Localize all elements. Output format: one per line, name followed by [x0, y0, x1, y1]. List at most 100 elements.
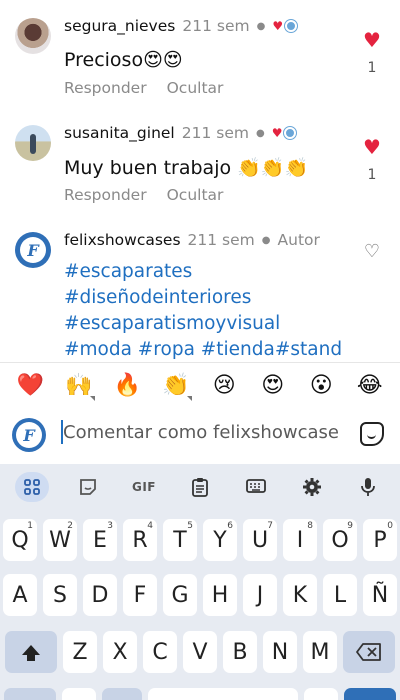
- heart-filled-icon[interactable]: ♥: [362, 137, 382, 157]
- comment-time: 211 sem: [181, 124, 249, 142]
- reply-button[interactable]: Responder: [64, 79, 147, 97]
- shift-key[interactable]: [5, 631, 57, 673]
- key-q-alt: 1: [27, 521, 33, 531]
- symbols-key[interactable]: [4, 688, 56, 700]
- key-z[interactable]: Z: [63, 631, 97, 673]
- key-h[interactable]: H: [203, 574, 237, 616]
- key-b[interactable]: B: [223, 631, 257, 673]
- gif-button[interactable]: GIF: [127, 472, 161, 502]
- key-y-label: Y: [213, 527, 227, 553]
- comment-hashtags[interactable]: #escaparates #diseñodeinteriores #escapa…: [64, 259, 354, 363]
- apps-grid-icon[interactable]: [15, 472, 49, 502]
- comment-username[interactable]: susanita_ginel: [64, 124, 175, 142]
- key-s[interactable]: S: [43, 574, 77, 616]
- comment-input[interactable]: [63, 418, 353, 446]
- key-q[interactable]: Q1: [3, 519, 37, 561]
- key-enye[interactable]: Ñ: [363, 574, 397, 616]
- key-y[interactable]: Y6: [203, 519, 237, 561]
- comment-compose-bar: F: [0, 410, 400, 462]
- key-d[interactable]: D: [83, 574, 117, 616]
- key-i[interactable]: I8: [283, 519, 317, 561]
- key-v[interactable]: V: [183, 631, 217, 673]
- sticker-icon[interactable]: [360, 422, 384, 446]
- enter-key[interactable]: [344, 688, 396, 700]
- key-y-alt: 6: [227, 521, 233, 531]
- keyboard-row-1: Q1 W2 E3 R4 T5 Y6 U7 I8 O9 P0: [0, 519, 400, 561]
- gear-icon[interactable]: [295, 472, 329, 502]
- avatar[interactable]: F: [15, 232, 51, 268]
- key-e-label: E: [93, 527, 107, 553]
- reaction-clap-glyph: 👏: [162, 373, 190, 398]
- skin-tone-caret-icon: [89, 396, 95, 401]
- key-x[interactable]: X: [103, 631, 137, 673]
- keyboard-icon[interactable]: [239, 472, 273, 502]
- key-a[interactable]: A: [3, 574, 37, 616]
- reaction-surprised[interactable]: 😮: [304, 373, 338, 398]
- key-i-alt: 8: [307, 521, 313, 531]
- key-l[interactable]: L: [323, 574, 357, 616]
- gif-label: GIF: [131, 480, 156, 494]
- clipboard-icon[interactable]: [183, 472, 217, 502]
- key-k[interactable]: K: [283, 574, 317, 616]
- hide-button[interactable]: Ocultar: [167, 79, 224, 97]
- key-c[interactable]: C: [143, 631, 177, 673]
- brand-logo-icon: F: [16, 422, 42, 448]
- backspace-key[interactable]: [343, 631, 395, 673]
- key-r-alt: 4: [147, 521, 153, 531]
- comment-username[interactable]: segura_nieves: [64, 17, 175, 35]
- comment-meta: felixshowcases 211 sem ● Autor: [64, 231, 320, 249]
- key-w[interactable]: W2: [43, 519, 77, 561]
- comment-text: Muy buen trabajo 👏👏👏: [64, 157, 309, 179]
- comment-username[interactable]: felixshowcases: [64, 231, 181, 249]
- key-j[interactable]: J: [243, 574, 277, 616]
- key-r[interactable]: R4: [123, 519, 157, 561]
- reaction-clap[interactable]: 👏: [159, 373, 193, 401]
- comma-key[interactable]: [62, 688, 96, 700]
- key-w-alt: 2: [67, 521, 73, 531]
- comment-actions: Responder Ocultar: [64, 186, 223, 204]
- space-key[interactable]: [148, 688, 298, 700]
- key-g[interactable]: G: [163, 574, 197, 616]
- keyboard-toolbar: GIF: [0, 470, 400, 504]
- key-f[interactable]: F: [123, 574, 157, 616]
- heart-filled-icon[interactable]: ♥: [362, 30, 382, 50]
- reaction-raised-hands[interactable]: 🙌: [62, 373, 96, 401]
- like-control: ♥ 1: [362, 137, 382, 183]
- heart-outline-icon[interactable]: ♡: [364, 241, 380, 262]
- key-t[interactable]: T5: [163, 519, 197, 561]
- mic-icon[interactable]: [351, 472, 385, 502]
- key-t-alt: 5: [187, 521, 193, 531]
- avatar[interactable]: [15, 18, 51, 54]
- keyboard-row-2: A S D F G H J K L Ñ: [0, 574, 400, 616]
- key-p-label: P: [373, 527, 387, 553]
- comment-time: 211 sem: [182, 17, 250, 35]
- key-w-label: W: [49, 527, 71, 553]
- author-liked-icon: ♥: [272, 126, 297, 140]
- key-n[interactable]: N: [263, 631, 297, 673]
- key-q-label: Q: [11, 527, 29, 553]
- key-o[interactable]: O9: [323, 519, 357, 561]
- reaction-heart-eyes[interactable]: 😍: [256, 373, 290, 398]
- reply-button[interactable]: Responder: [64, 186, 147, 204]
- key-e[interactable]: E3: [83, 519, 117, 561]
- reaction-heart[interactable]: ❤️: [13, 373, 47, 398]
- key-u[interactable]: U7: [243, 519, 277, 561]
- hide-button[interactable]: Ocultar: [167, 186, 224, 204]
- key-o-alt: 9: [347, 521, 353, 531]
- reaction-crying[interactable]: 😢: [207, 373, 241, 398]
- key-u-alt: 7: [267, 521, 273, 531]
- separator-dot: ●: [255, 127, 265, 139]
- period-key[interactable]: [304, 688, 338, 700]
- key-r-label: R: [132, 527, 148, 553]
- author-liked-icon: ♥: [272, 19, 298, 33]
- like-count: 1: [367, 167, 377, 183]
- reaction-laughing[interactable]: 😂: [353, 373, 387, 398]
- reaction-fire[interactable]: 🔥: [110, 373, 144, 398]
- key-p[interactable]: P0: [363, 519, 397, 561]
- comment-text: Precioso😍😍: [64, 49, 183, 71]
- sticker-icon[interactable]: [71, 472, 105, 502]
- avatar[interactable]: [15, 125, 51, 161]
- key-m[interactable]: M: [303, 631, 337, 673]
- keyboard-row-3: Z X C V B N M: [0, 631, 400, 673]
- emoji-key[interactable]: [102, 688, 142, 700]
